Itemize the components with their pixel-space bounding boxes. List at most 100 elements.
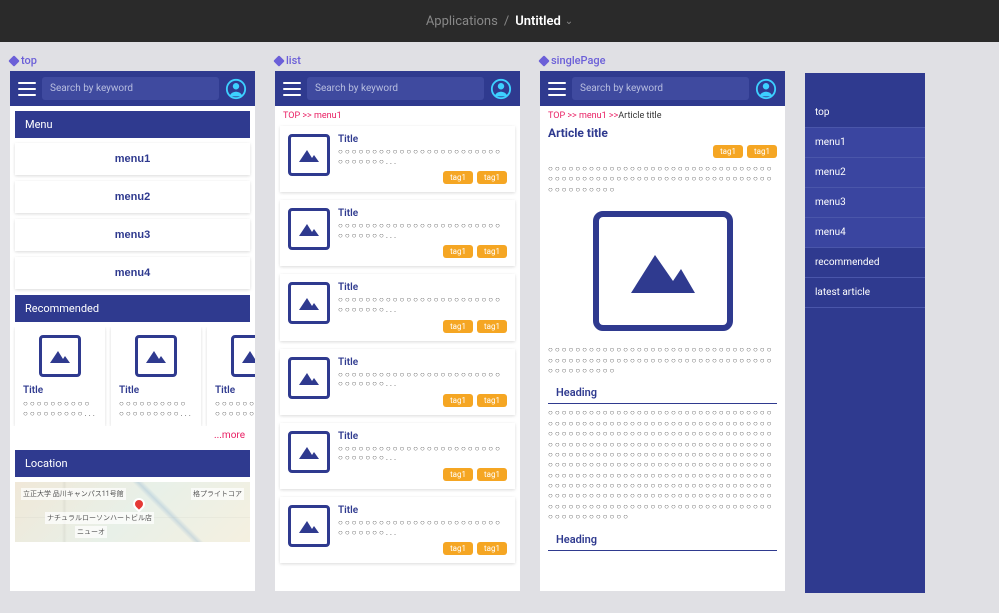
article-title: Article title <box>540 126 785 145</box>
menu-button[interactable]: menu1 <box>15 143 250 175</box>
menu-button[interactable]: menu2 <box>15 181 250 213</box>
list-card-body: ○○○○○○○○○○○○○○○○○○○○○○○○○○○○○○○... <box>338 370 507 389</box>
card-body: ○○○○○○○○○○○○○○○○○○○... <box>215 399 255 418</box>
list-card-title: Title <box>338 505 507 516</box>
card-title: Title <box>23 385 97 396</box>
list-card[interactable]: Title ○○○○○○○○○○○○○○○○○○○○○○○○○○○○○○○...… <box>280 497 515 563</box>
artboard-singlepage[interactable]: Search by keyword TOP >> menu1 >>Article… <box>540 71 785 591</box>
artboard-singlepage-wrap[interactable]: singlePage Search by keyword TOP >> menu… <box>540 54 785 601</box>
breadcrumb[interactable]: TOP >> menu1 >>Article title <box>540 106 785 126</box>
tag[interactable]: tag1 <box>477 245 507 258</box>
breadcrumb[interactable]: TOP >> menu1 <box>275 106 520 126</box>
user-icon[interactable] <box>755 78 777 100</box>
tag[interactable]: tag1 <box>477 542 507 555</box>
user-icon[interactable] <box>490 78 512 100</box>
map-placeholder[interactable]: 立正大学 品川キャンパス11号館 ナチュラルローソンハートビル店 格プライトコア… <box>15 482 250 542</box>
tag[interactable]: tag1 <box>443 394 473 407</box>
tag[interactable]: tag1 <box>713 145 743 158</box>
more-link[interactable]: ...more <box>10 426 255 445</box>
article-heading: Heading <box>548 382 777 404</box>
image-placeholder-icon <box>593 211 733 331</box>
article-text: ○○○○○○○○○○○○○○○○○○○○○○○○○○○○○○○○○○○○○○○○… <box>540 345 785 382</box>
rec-card[interactable]: Title ○○○○○○○○○○○○○○○○○○○... <box>111 327 201 426</box>
tag[interactable]: tag1 <box>443 171 473 184</box>
menu-section-header: Menu <box>15 111 250 138</box>
breadcrumb-root[interactable]: Applications <box>426 14 498 29</box>
list-card[interactable]: Title ○○○○○○○○○○○○○○○○○○○○○○○○○○○○○○○...… <box>280 349 515 415</box>
list-card[interactable]: Title ○○○○○○○○○○○○○○○○○○○○○○○○○○○○○○○...… <box>280 126 515 192</box>
user-icon[interactable] <box>225 78 247 100</box>
hamburger-icon[interactable] <box>18 82 36 96</box>
tag[interactable]: tag1 <box>443 320 473 333</box>
map-label: 格プライトコア <box>191 488 244 500</box>
rec-card[interactable]: Title ○○○○○○○○○○○○○○○○○○○... <box>15 327 105 426</box>
image-placeholder-icon <box>135 335 177 377</box>
image-placeholder-icon <box>288 431 330 473</box>
artboard-top[interactable]: Search by keyword Menu menu1 menu2 menu3… <box>10 71 255 591</box>
tag[interactable]: tag1 <box>443 468 473 481</box>
map-label: ナチュラルローソンハートビル店 <box>45 512 154 524</box>
recommended-section-header: Recommended <box>15 295 250 322</box>
card-title: Title <box>119 385 193 396</box>
tag[interactable]: tag1 <box>477 394 507 407</box>
list-card[interactable]: Title ○○○○○○○○○○○○○○○○○○○○○○○○○○○○○○○...… <box>280 200 515 266</box>
tag[interactable]: tag1 <box>747 145 777 158</box>
nav-item-menu4[interactable]: menu4 <box>805 218 925 248</box>
artboard-label[interactable]: singlePage <box>540 54 785 67</box>
menu-button[interactable]: menu3 <box>15 219 250 251</box>
card-body: ○○○○○○○○○○○○○○○○○○○... <box>119 399 193 418</box>
artboard-name: top <box>21 54 37 67</box>
list-card-title: Title <box>338 431 507 442</box>
image-placeholder-icon <box>288 505 330 547</box>
image-placeholder-icon <box>288 282 330 324</box>
sidebar-nav-artboard[interactable]: top menu1 menu2 menu3 menu4 recommended … <box>805 73 925 593</box>
nav-item-top[interactable]: top <box>805 98 925 128</box>
article-intro: ○○○○○○○○○○○○○○○○○○○○○○○○○○○○○○○○○○○○○○○○… <box>540 164 785 201</box>
list-card-tags: tag1 tag1 <box>338 245 507 258</box>
breadcrumb-current[interactable]: Untitled <box>515 14 561 29</box>
recommended-row: Title ○○○○○○○○○○○○○○○○○○○... Title ○○○○○… <box>10 327 255 426</box>
tag[interactable]: tag1 <box>477 468 507 481</box>
list-card-body: ○○○○○○○○○○○○○○○○○○○○○○○○○○○○○○○... <box>338 295 507 314</box>
component-icon <box>273 55 284 66</box>
artboard-label[interactable]: top <box>10 54 255 67</box>
artboard-list[interactable]: Search by keyword TOP >> menu1 Title ○○○… <box>275 71 520 591</box>
list-card-body: ○○○○○○○○○○○○○○○○○○○○○○○○○○○○○○○... <box>338 444 507 463</box>
article-tags: tag1 tag1 <box>540 145 785 164</box>
hamburger-icon[interactable] <box>283 82 301 96</box>
list-card-body: ○○○○○○○○○○○○○○○○○○○○○○○○○○○○○○○... <box>338 518 507 537</box>
map-label: ニューオ <box>75 526 107 538</box>
artboard-list-wrap[interactable]: list Search by keyword TOP >> menu1 Titl… <box>275 54 520 601</box>
rec-card[interactable]: Title ○○○○○○○○○○○○○○○○○○○... <box>207 327 255 426</box>
tag[interactable]: tag1 <box>477 171 507 184</box>
app-header: Search by keyword <box>275 71 520 106</box>
nav-item-menu3[interactable]: menu3 <box>805 188 925 218</box>
search-input[interactable]: Search by keyword <box>572 77 749 100</box>
nav-item-menu1[interactable]: menu1 <box>805 128 925 158</box>
nav-item-menu2[interactable]: menu2 <box>805 158 925 188</box>
tag[interactable]: tag1 <box>477 320 507 333</box>
search-input[interactable]: Search by keyword <box>42 77 219 100</box>
card-body: ○○○○○○○○○○○○○○○○○○○... <box>23 399 97 418</box>
list-card[interactable]: Title ○○○○○○○○○○○○○○○○○○○○○○○○○○○○○○○...… <box>280 274 515 340</box>
artboard-label[interactable]: list <box>275 54 520 67</box>
image-placeholder-icon <box>288 134 330 176</box>
hamburger-icon[interactable] <box>548 82 566 96</box>
breadcrumb-sep: / <box>504 14 509 29</box>
chevron-down-icon[interactable]: ⌄ <box>565 16 573 27</box>
search-input[interactable]: Search by keyword <box>307 77 484 100</box>
list-card[interactable]: Title ○○○○○○○○○○○○○○○○○○○○○○○○○○○○○○○...… <box>280 423 515 489</box>
card-title: Title <box>215 385 255 396</box>
image-placeholder-icon <box>231 335 255 377</box>
tag[interactable]: tag1 <box>443 542 473 555</box>
app-titlebar: Applications / Untitled ⌄ <box>0 0 999 42</box>
menu-button[interactable]: menu4 <box>15 257 250 289</box>
list-card-tags: tag1 tag1 <box>338 394 507 407</box>
list-card-tags: tag1 tag1 <box>338 320 507 333</box>
nav-item-latest[interactable]: latest article <box>805 278 925 308</box>
design-canvas[interactable]: top Search by keyword Menu menu1 menu2 m… <box>0 42 999 613</box>
image-placeholder-icon <box>288 208 330 250</box>
artboard-top-wrap[interactable]: top Search by keyword Menu menu1 menu2 m… <box>10 54 255 601</box>
nav-item-recommended[interactable]: recommended <box>805 248 925 278</box>
tag[interactable]: tag1 <box>443 245 473 258</box>
